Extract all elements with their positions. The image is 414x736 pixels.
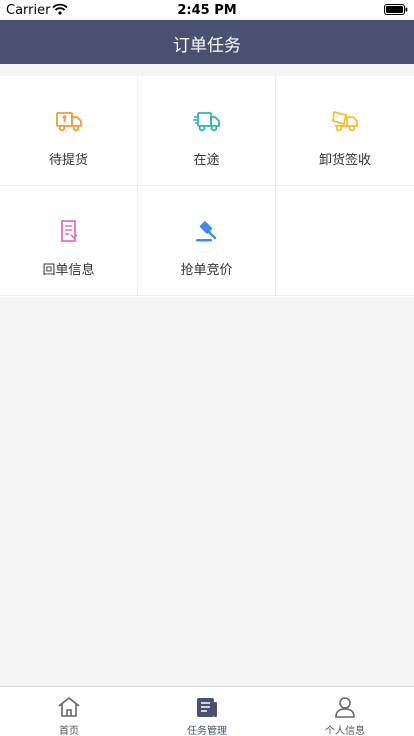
user-icon	[335, 697, 355, 718]
tab-task-management[interactable]: 任务管理	[138, 687, 276, 736]
tab-label: 首页	[59, 726, 79, 736]
home-icon	[58, 696, 80, 717]
grid-item-bidding[interactable]: 抢单竞价	[138, 186, 276, 296]
grid-item-empty	[276, 186, 414, 296]
task-icon	[197, 698, 217, 717]
tab-label: 任务管理	[187, 726, 227, 736]
grid-item-pickup[interactable]: 待提货	[0, 76, 138, 186]
grid-item-unload-sign[interactable]: 卸货签收	[276, 76, 414, 186]
grid-item-label: 抢单竞价	[180, 263, 233, 278]
nav-bar: 订单任务	[0, 20, 414, 64]
grid-item-receipt-info[interactable]: 回单信息	[0, 186, 138, 296]
tab-home[interactable]: 首页	[0, 687, 138, 736]
grid-item-label: 待提货	[48, 153, 88, 168]
truck-unloading-icon	[332, 110, 358, 132]
truck-loading-icon	[55, 112, 82, 132]
grid-item-label: 在途	[193, 153, 220, 168]
function-grid: 待提货 在途 卸货签收 回单信息 抢单竞价	[0, 76, 414, 297]
tab-label: 个人信息	[325, 726, 365, 736]
status-bar: Carrier 2:45 PM	[0, 0, 414, 20]
auction-gavel-icon	[195, 221, 216, 242]
truck-moving-icon	[192, 112, 220, 132]
battery-icon	[384, 4, 408, 15]
grid-item-label: 回单信息	[42, 263, 95, 278]
receipt-icon	[60, 220, 78, 242]
grid-item-label: 卸货签收	[318, 153, 371, 168]
page-title: 订单任务	[173, 36, 241, 56]
grid-item-in-transit[interactable]: 在途	[138, 76, 276, 186]
tab-profile[interactable]: 个人信息	[276, 687, 414, 736]
status-time: 2:45 PM	[177, 3, 237, 18]
tab-bar: 首页 任务管理 个人信息	[0, 686, 414, 736]
